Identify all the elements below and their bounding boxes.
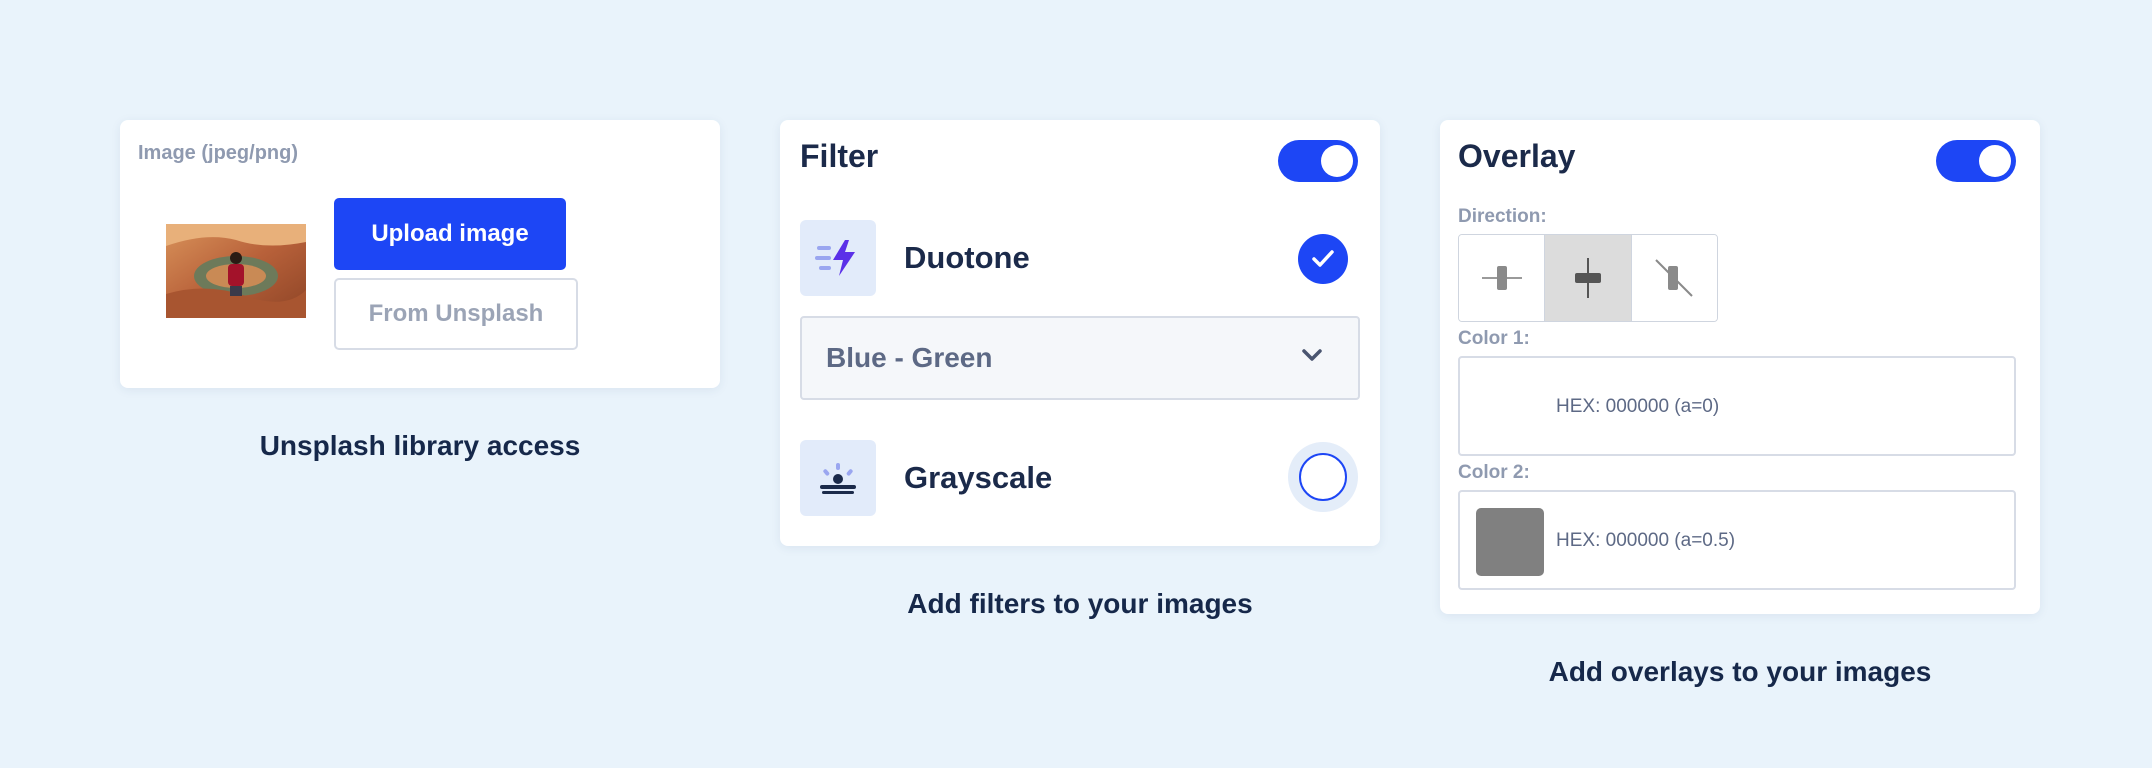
lightning-icon bbox=[800, 220, 876, 296]
toggle-knob bbox=[1321, 145, 1353, 177]
duotone-color-select[interactable]: Blue - Green bbox=[800, 316, 1360, 400]
image-field-label: Image (jpeg/png) bbox=[138, 142, 298, 164]
grayscale-radio[interactable] bbox=[1288, 442, 1358, 512]
horizontal-gradient-icon bbox=[1481, 266, 1522, 290]
duotone-checkbox[interactable] bbox=[1298, 234, 1348, 284]
color2-field[interactable]: HEX: 000000 (a=0.5) bbox=[1458, 490, 2016, 590]
overlay-card: Overlay Direction: Color 1: HEX: 000000 … bbox=[1440, 120, 2040, 614]
direction-selector bbox=[1458, 234, 1718, 322]
select-value: Blue - Green bbox=[826, 342, 993, 373]
image-upload-card: Image (jpeg/png) Upload image From Unspl… bbox=[120, 120, 720, 388]
overlays-caption: Add overlays to your images bbox=[1548, 656, 1932, 687]
diagonal-gradient-icon bbox=[1655, 259, 1694, 297]
direction-horizontal-button[interactable] bbox=[1459, 235, 1546, 321]
direction-diagonal-button[interactable] bbox=[1631, 235, 1717, 321]
upload-image-button[interactable]: Upload image bbox=[334, 198, 566, 270]
check-icon bbox=[1312, 250, 1334, 267]
color1-field[interactable]: HEX: 000000 (a=0) bbox=[1458, 356, 2016, 456]
unsplash-caption: Unsplash library access bbox=[259, 430, 581, 461]
direction-label: Direction: bbox=[1458, 206, 1547, 227]
overlay-toggle[interactable] bbox=[1936, 140, 2016, 182]
filter-card: Filter Duotone Blue - Green Grayscale bbox=[780, 120, 1380, 546]
filters-caption: Add filters to your images bbox=[907, 588, 1253, 619]
color2-value: HEX: 000000 (a=0.5) bbox=[1556, 530, 1736, 551]
radio-circle bbox=[1299, 453, 1347, 501]
from-unsplash-button[interactable]: From Unsplash bbox=[334, 278, 578, 350]
color1-value: HEX: 000000 (a=0) bbox=[1556, 396, 1720, 417]
filter-name-duotone: Duotone bbox=[904, 240, 1030, 275]
overlay-title: Overlay bbox=[1458, 138, 1576, 174]
color2-swatch[interactable] bbox=[1476, 508, 1544, 576]
sunrise-icon bbox=[800, 440, 876, 516]
chevron-down-icon bbox=[1302, 349, 1322, 361]
color2-label: Color 2: bbox=[1458, 462, 1530, 483]
filter-title: Filter bbox=[800, 138, 879, 174]
vertical-gradient-icon bbox=[1574, 258, 1601, 298]
filter-name-grayscale: Grayscale bbox=[904, 460, 1053, 495]
filter-toggle[interactable] bbox=[1278, 140, 1358, 182]
color1-label: Color 1: bbox=[1458, 328, 1530, 349]
toggle-knob bbox=[1979, 145, 2011, 177]
image-thumbnail bbox=[166, 224, 306, 318]
direction-vertical-button[interactable] bbox=[1545, 235, 1632, 321]
